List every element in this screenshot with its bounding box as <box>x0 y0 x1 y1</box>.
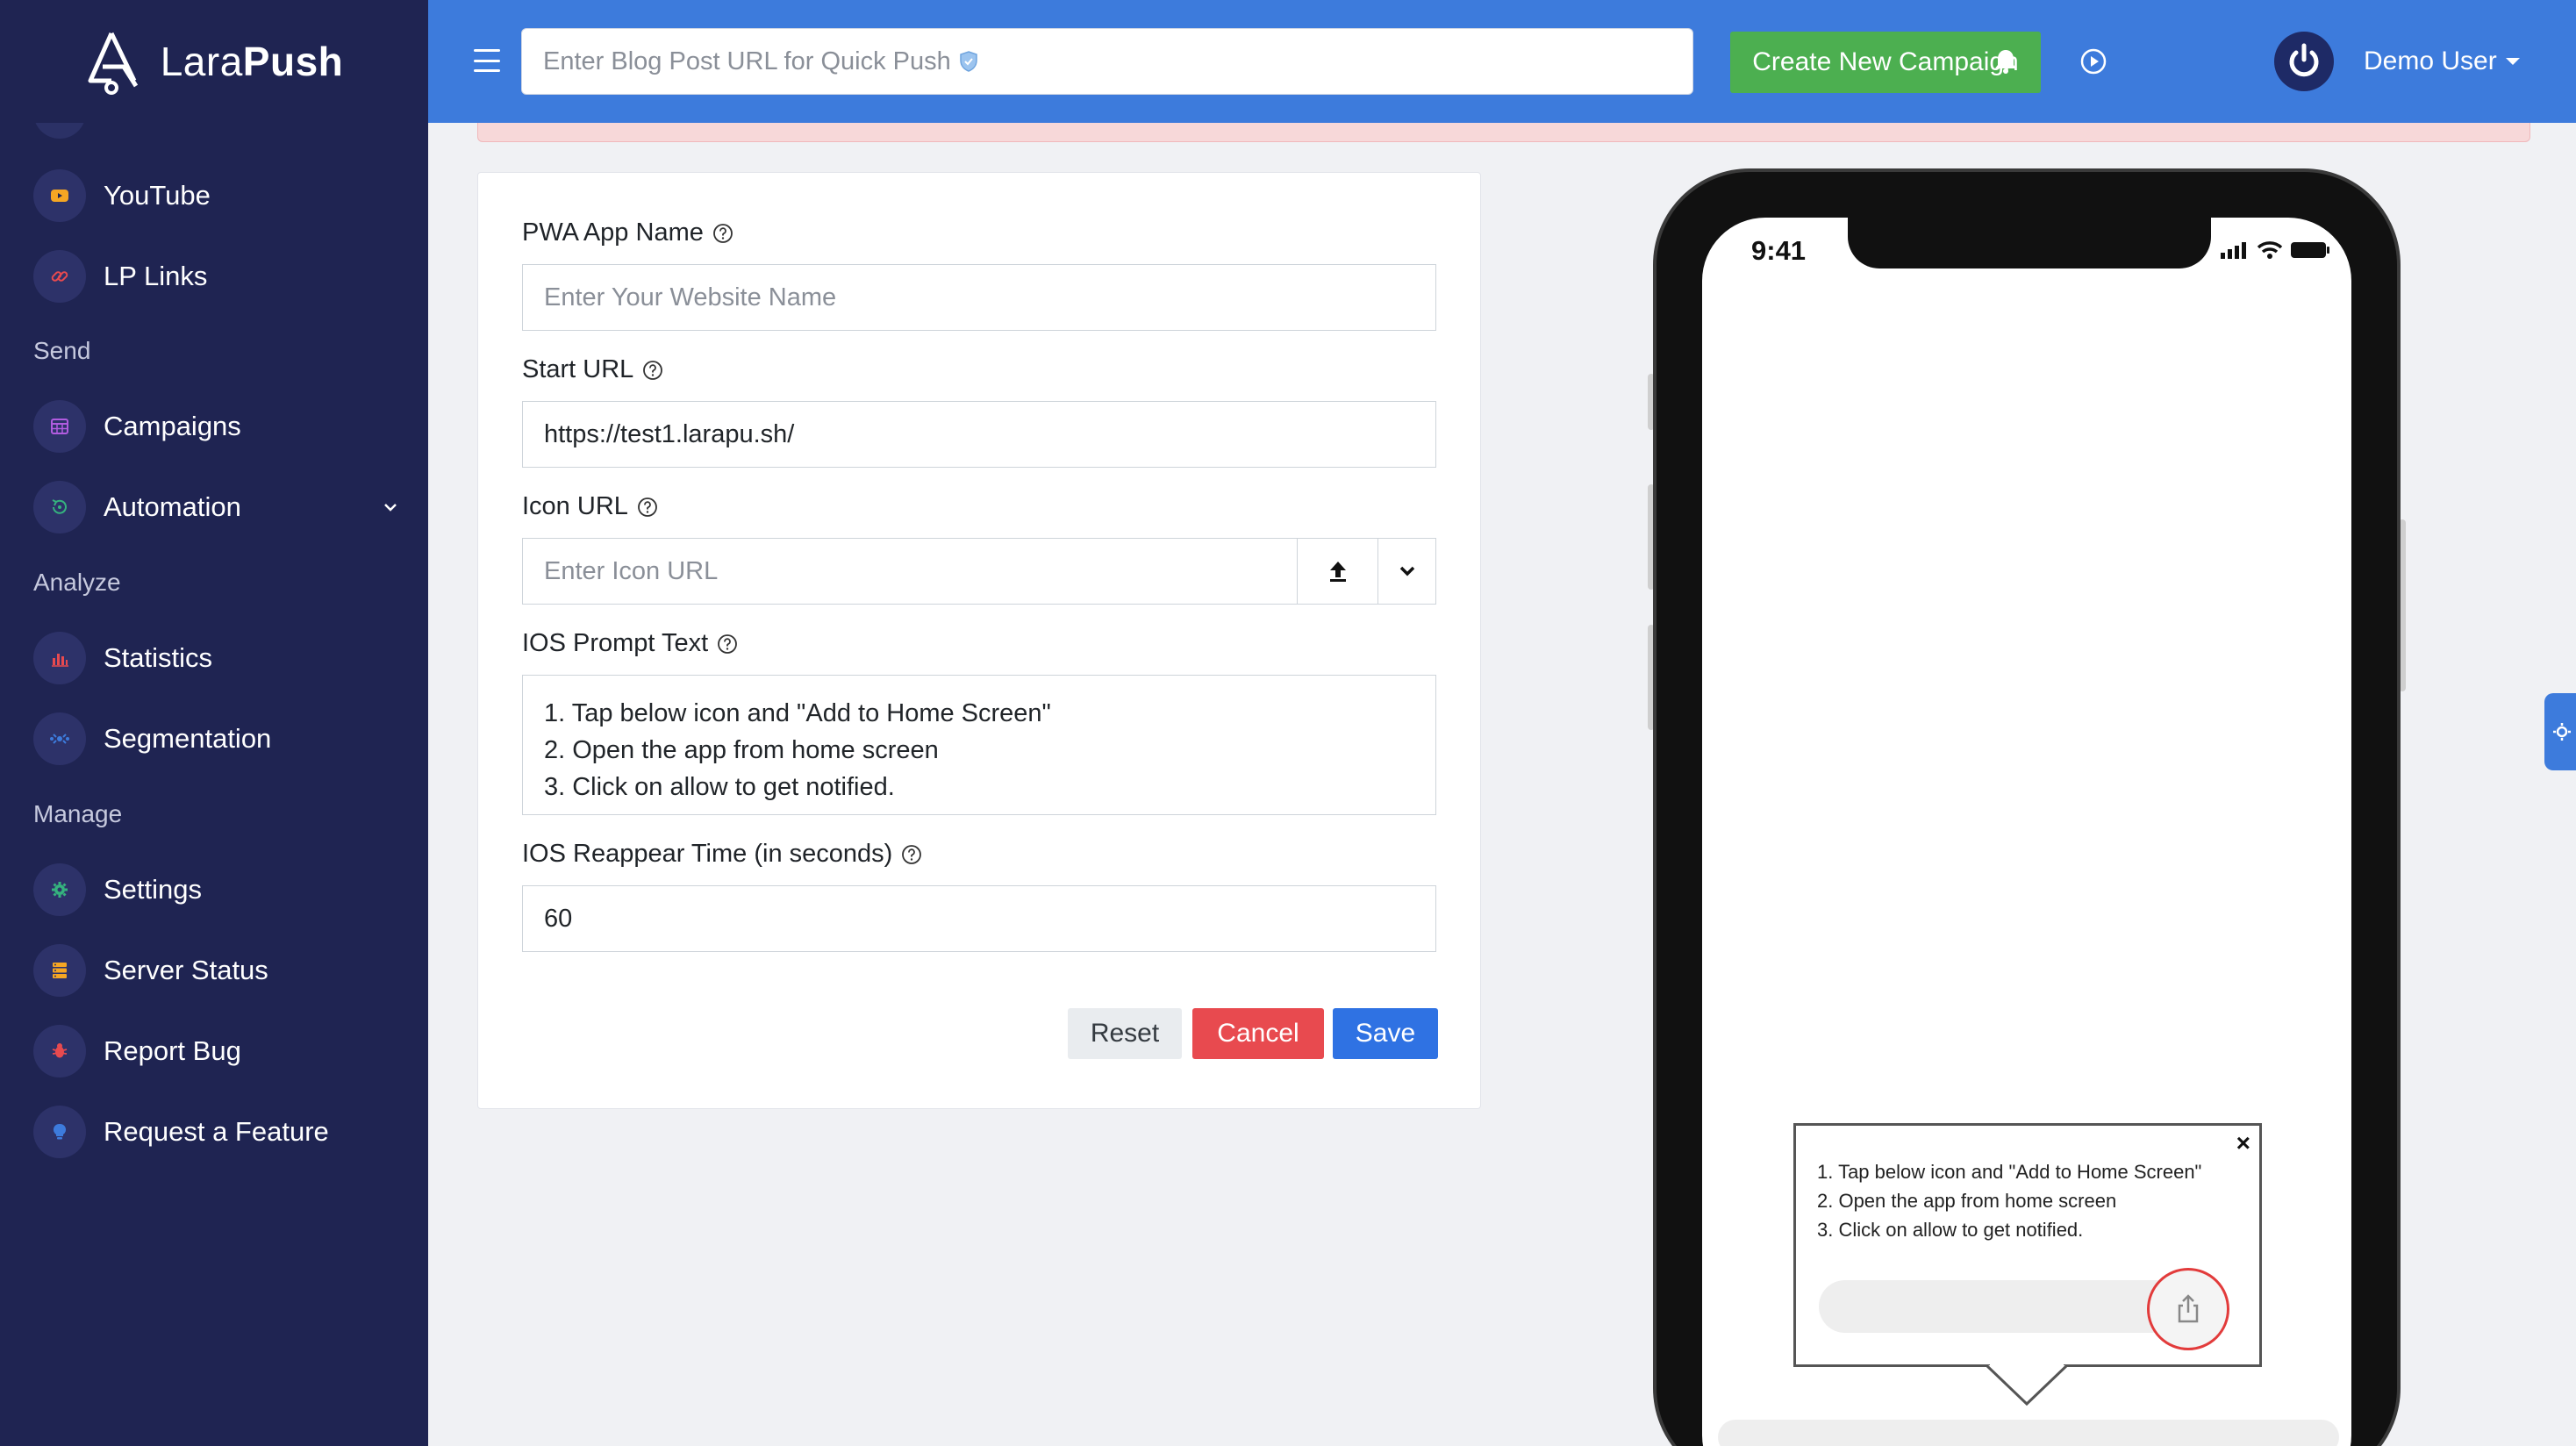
sidebar-item-server-status[interactable]: Server Status <box>33 944 402 997</box>
shield-icon <box>960 51 977 72</box>
section-label-analyze: Analyze <box>33 569 121 596</box>
caret-down-icon <box>2505 58 2520 65</box>
bug-icon <box>33 1025 86 1077</box>
share-highlight <box>2147 1268 2229 1350</box>
sidebar-item-label: Campaigns <box>104 411 241 441</box>
sidebar-item-youtube[interactable]: YouTube <box>33 169 402 222</box>
textarea-line: 2. Open the app from home screen <box>544 736 939 764</box>
start-url-input[interactable]: https://test1.larapu.sh/ <box>522 401 1436 468</box>
prompt-address-bar <box>1819 1280 2187 1333</box>
sidebar-item-campaigns[interactable]: Campaigns <box>33 400 402 453</box>
quick-push-placeholder: Enter Blog Post URL for Quick Push <box>543 47 951 75</box>
help-icon[interactable] <box>901 844 922 865</box>
sidebar-item-segmentation[interactable]: Segmentation <box>33 712 402 765</box>
segmentation-icon <box>33 712 86 765</box>
brand-logo[interactable]: LaraPush <box>0 0 428 123</box>
sidebar-item-statistics[interactable]: Statistics <box>33 632 402 684</box>
phone-bottom-bar <box>1718 1420 2339 1446</box>
bell-icon[interactable] <box>1990 46 2021 77</box>
topbar: Enter Blog Post URL for Quick Push Creat… <box>428 0 2576 123</box>
battery-icon <box>2291 242 2329 258</box>
help-icon[interactable] <box>642 360 663 381</box>
textarea-line: 3. Click on allow to get notified. <box>544 773 895 801</box>
help-icon[interactable] <box>637 497 658 518</box>
sidebar-item-label: Request a Feature <box>104 1116 329 1147</box>
sidebar: LaraPush YouTube LP Links Send Campaigns… <box>0 0 428 1446</box>
quick-push-input[interactable]: Enter Blog Post URL for Quick Push <box>521 28 1693 95</box>
server-icon <box>33 944 86 997</box>
pwa-app-name-label: PWA App Name <box>522 218 733 247</box>
prompt-line: 3. Click on allow to get notified. <box>1817 1219 2084 1241</box>
ios-prompt-text-label: IOS Prompt Text <box>522 629 738 658</box>
sidebar-item-label: Report Bug <box>104 1035 241 1066</box>
help-icon[interactable] <box>712 223 733 244</box>
prompt-line: 1. Tap below icon and "Add to Home Scree… <box>1817 1161 2202 1183</box>
gear-icon <box>33 863 86 916</box>
floating-settings-tab[interactable] <box>2544 693 2576 770</box>
automation-icon <box>33 481 86 533</box>
menu-toggle-icon[interactable] <box>474 49 500 72</box>
power-icon <box>2289 43 2319 77</box>
sidebar-item-label: Statistics <box>104 642 213 673</box>
sidebar-item-automation[interactable]: Automation <box>33 481 402 533</box>
phone-notch <box>1848 218 2211 268</box>
sidebar-item-request-feature[interactable]: Request a Feature <box>33 1106 402 1158</box>
upload-button[interactable] <box>1297 539 1377 604</box>
section-label-send: Send <box>33 337 91 364</box>
chevron-down-icon[interactable] <box>379 496 402 519</box>
user-name: Demo User <box>2364 47 2497 75</box>
sidebar-item-settings[interactable]: Settings <box>33 863 402 916</box>
ios-prompt-preview: × 1. Tap below icon and "Add to Home Scr… <box>1793 1123 2262 1367</box>
user-menu[interactable]: Demo User <box>2364 46 2520 77</box>
bar-chart-icon <box>33 632 86 684</box>
avatar[interactable] <box>2274 32 2334 91</box>
icon-url-input-group: Enter Icon URL <box>522 538 1436 605</box>
sidebar-item-label: Server Status <box>104 955 268 985</box>
ios-reappear-time-input[interactable]: 60 <box>522 885 1436 952</box>
pwa-app-name-input[interactable]: Enter Your Website Name <box>522 264 1436 331</box>
save-button[interactable]: Save <box>1333 1008 1438 1059</box>
upload-icon <box>1329 562 1346 582</box>
cancel-button[interactable]: Cancel <box>1192 1008 1324 1059</box>
pwa-settings-card: PWA App Name Enter Your Website Name Sta… <box>477 172 1481 1109</box>
sidebar-item-label: Segmentation <box>104 723 272 754</box>
sidebar-item-lp-links[interactable]: LP Links <box>33 250 402 303</box>
link-icon <box>33 250 86 303</box>
section-label-manage: Manage <box>33 800 123 827</box>
icon-url-input[interactable]: Enter Icon URL <box>523 539 1297 604</box>
alert-banner <box>477 123 2530 142</box>
calendar-grid-icon <box>33 400 86 453</box>
youtube-icon <box>33 169 86 222</box>
help-icon[interactable] <box>717 634 738 655</box>
close-icon[interactable]: × <box>2236 1129 2250 1157</box>
icon-dropdown-button[interactable] <box>1377 539 1435 604</box>
lightbulb-icon <box>33 1106 86 1158</box>
prompt-line: 2. Open the app from home screen <box>1817 1190 2117 1212</box>
sidebar-item-report-bug[interactable]: Report Bug <box>33 1025 402 1077</box>
wifi-icon <box>2257 241 2283 259</box>
status-icons <box>2220 240 2330 260</box>
sidebar-item-label: LP Links <box>104 261 208 291</box>
textarea-line: 1. Tap below icon and "Add to Home Scree… <box>544 699 1051 727</box>
play-circle-icon[interactable] <box>2078 46 2109 77</box>
chevron-down-icon <box>1399 566 1414 576</box>
ios-reappear-time-label: IOS Reappear Time (in seconds) <box>522 840 922 869</box>
sidebar-item-label: Automation <box>104 491 241 522</box>
status-time: 9:41 <box>1751 235 1807 266</box>
share-icon <box>2178 1294 2199 1323</box>
gear-icon <box>2553 723 2571 741</box>
start-url-label: Start URL <box>522 355 663 384</box>
icon-url-label: Icon URL <box>522 492 658 521</box>
prompt-pointer-arrow <box>1986 1364 2067 1407</box>
sidebar-item-label: Settings <box>104 874 203 905</box>
larapush-logo-icon <box>88 32 138 95</box>
sidebar-item-label: YouTube <box>104 180 211 211</box>
ios-prompt-text-area[interactable]: 1. Tap below icon and "Add to Home Scree… <box>522 675 1436 815</box>
prompt-preview-text: 1. Tap below icon and "Add to Home Scree… <box>1817 1157 2201 1244</box>
reset-button[interactable]: Reset <box>1068 1008 1182 1059</box>
brand-name: LaraPush <box>160 39 344 84</box>
signal-icon <box>2221 242 2246 259</box>
